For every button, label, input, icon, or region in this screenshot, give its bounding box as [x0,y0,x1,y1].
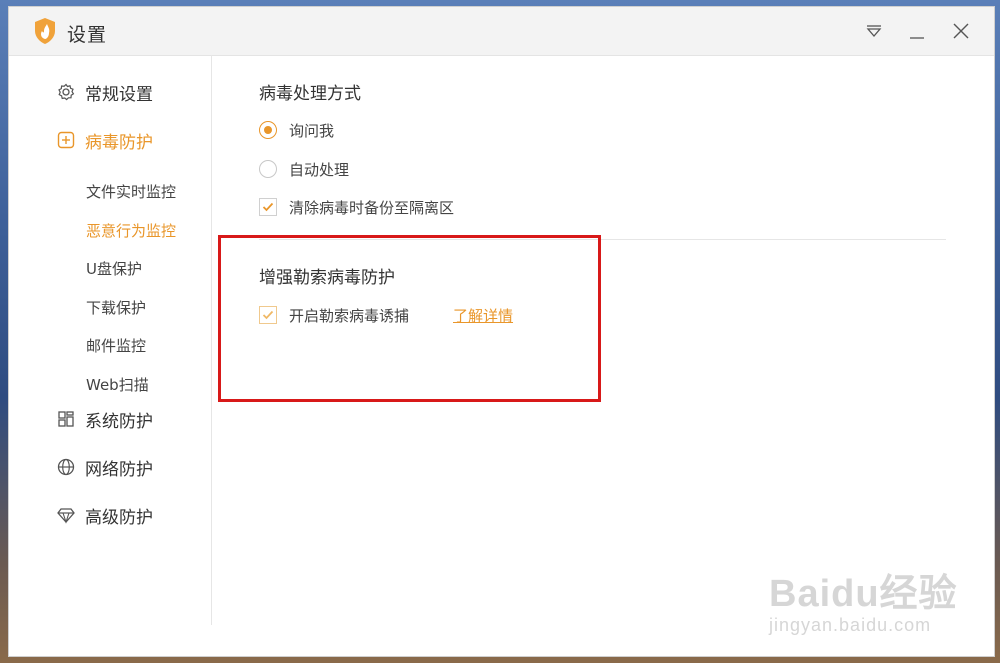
option-label: 清除病毒时备份至隔离区 [289,198,455,217]
option-label: 自动处理 [289,160,350,179]
dropdown-icon[interactable] [862,19,886,43]
option-label: 询问我 [289,121,335,140]
virus-handling-title: 病毒处理方式 [259,84,361,104]
flame-shield-icon [33,17,57,45]
watermark-main: Baidu经验 [769,573,958,615]
settings-window: 设置 常规设置 病毒防护 文件实时监控 恶意行为监控 U盘保护 下载保护 邮件监… [8,6,995,657]
subitem-mail-monitor[interactable]: 邮件监控 [86,335,146,356]
sidebar-item-label: 高级防护 [85,507,153,528]
sidebar-item-system-protection[interactable]: 系统防护 [57,406,153,432]
subitem-malicious-behavior[interactable]: 恶意行为监控 [86,220,176,241]
sidebar-item-general[interactable]: 常规设置 [57,79,153,105]
sidebar-item-virus-protection[interactable]: 病毒防护 [57,127,153,153]
option-auto-handle[interactable]: 自动处理 [259,158,349,180]
radio-ask-me[interactable] [259,121,277,139]
gear-icon [57,83,75,101]
subitem-web-scan[interactable]: Web扫描 [86,374,149,395]
sidebar-item-label: 常规设置 [85,84,153,105]
subitem-download-protection[interactable]: 下载保护 [86,297,146,318]
minimize-icon[interactable] [905,19,929,43]
annotation-highlight-box [218,235,601,402]
baidu-watermark: Baidu经验 jingyan.baidu.com [769,562,958,636]
grid-icon [57,410,75,428]
sidebar-item-label: 系统防护 [85,411,153,432]
title-bar: 设置 [9,7,994,56]
sidebar-item-label: 网络防护 [85,459,153,480]
window-title: 设置 [67,24,108,46]
sidebar-item-network-protection[interactable]: 网络防护 [57,454,153,480]
close-icon[interactable] [949,19,973,43]
subitem-file-monitor[interactable]: 文件实时监控 [86,181,176,202]
checkbox-backup-quarantine[interactable] [259,198,277,216]
subitem-usb-protection[interactable]: U盘保护 [86,258,142,279]
sidebar-item-advanced-protection[interactable]: 高级防护 [57,502,153,528]
sidebar-item-label: 病毒防护 [85,132,153,153]
plus-square-icon [57,131,75,149]
option-backup-quarantine[interactable]: 清除病毒时备份至隔离区 [259,196,454,218]
watermark-sub: jingyan.baidu.com [769,615,932,635]
option-ask-me[interactable]: 询问我 [259,119,334,141]
globe-icon [57,458,75,476]
radio-auto-handle[interactable] [259,160,277,178]
sidebar: 常规设置 病毒防护 文件实时监控 恶意行为监控 U盘保护 下载保护 邮件监控 W… [9,55,212,625]
diamond-icon [57,506,75,524]
